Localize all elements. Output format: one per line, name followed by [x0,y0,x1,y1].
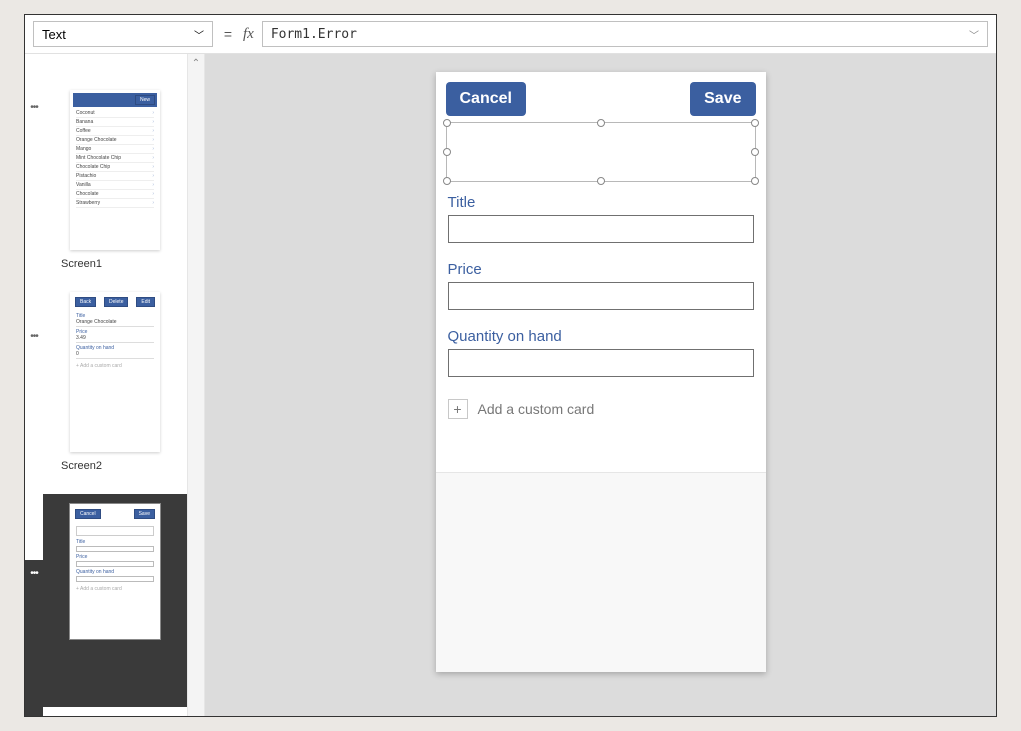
design-canvas[interactable]: Cancel Save Title [205,54,996,716]
resize-handle[interactable] [443,119,451,127]
more-icon[interactable]: ••• [30,102,38,113]
resize-handle[interactable] [597,177,605,185]
plus-icon: + [448,399,468,419]
back-button-mini: Back [75,297,96,307]
screens-panel: ••• ••• ••• New Coconut› Banana› Coffee›… [25,54,205,716]
formula-bar: Text ﹀ = fx Form1.Error ﹀ [25,15,996,54]
resize-handle[interactable] [751,119,759,127]
field-price[interactable]: Price [448,261,754,310]
add-custom-card[interactable]: + Add a custom card [448,399,754,419]
formula-text: Form1.Error [271,27,357,42]
resize-handle[interactable] [751,177,759,185]
thumb2-header: Back Delete Edit [73,295,157,309]
formula-input[interactable]: Form1.Error ﹀ [262,21,988,47]
more-icon[interactable]: ••• [25,560,43,716]
thumb1-header: New [73,93,157,107]
edit-button-mini: Edit [136,297,155,307]
quantity-label: Quantity on hand [448,328,754,345]
title-label: Title [448,194,754,211]
edit-form: Title Price Quantity on hand + Add a cus… [446,194,756,419]
error-label-selected[interactable] [446,122,756,182]
quantity-input[interactable] [448,349,754,377]
screen-thumbnail-3-selected[interactable]: Cancel Save Title Price Quantity on hand… [43,494,187,707]
screen-thumbnail-2[interactable]: Back Delete Edit Title Orange Chocolate … [70,292,160,452]
thumb1-list: Coconut› Banana› Coffee› Orange Chocolat… [73,107,157,210]
save-button-mini: Save [134,509,155,519]
cancel-button[interactable]: Cancel [446,82,526,116]
app-frame: Text ﹀ = fx Form1.Error ﹀ ••• ••• ••• Ne… [24,14,997,717]
title-input[interactable] [448,215,754,243]
thumbnails-scrollbar[interactable]: ⌃ [187,54,205,716]
form-header: Cancel Save [446,82,756,116]
price-input[interactable] [448,282,754,310]
resize-handle[interactable] [443,148,451,156]
resize-handle[interactable] [443,177,451,185]
thumb3-header: Cancel Save [73,507,157,521]
thumbnails-list: New Coconut› Banana› Coffee› Orange Choc… [43,54,187,716]
add-card-label: Add a custom card [478,401,595,417]
resize-handle[interactable] [751,148,759,156]
form-lower-blank [436,472,766,672]
field-quantity[interactable]: Quantity on hand [448,328,754,377]
phone-preview: Cancel Save Title [436,72,766,672]
fx-icon[interactable]: fx [243,26,254,43]
more-icon[interactable]: ••• [30,331,38,342]
field-title[interactable]: Title [448,194,754,243]
screen1-label: Screen1 [61,258,187,270]
equals-sign: = [221,26,235,42]
screen2-label: Screen2 [61,460,187,472]
main-area: ••• ••• ••• New Coconut› Banana› Coffee›… [25,54,996,716]
thumbnail-actions-col: ••• ••• ••• [25,54,43,716]
cancel-button-mini: Cancel [75,509,101,519]
delete-button-mini: Delete [104,297,128,307]
property-selector[interactable]: Text ﹀ [33,21,213,47]
formula-expand-icon[interactable]: ﹀ [969,27,979,42]
chevron-down-icon: ﹀ [194,27,204,42]
new-button-mini: New [135,95,155,105]
screen-thumbnail-1[interactable]: New Coconut› Banana› Coffee› Orange Choc… [70,90,160,250]
property-selector-value: Text [42,27,66,42]
price-label: Price [448,261,754,278]
save-button[interactable]: Save [690,82,755,116]
resize-handle[interactable] [597,119,605,127]
scroll-up-icon[interactable]: ⌃ [192,58,200,716]
